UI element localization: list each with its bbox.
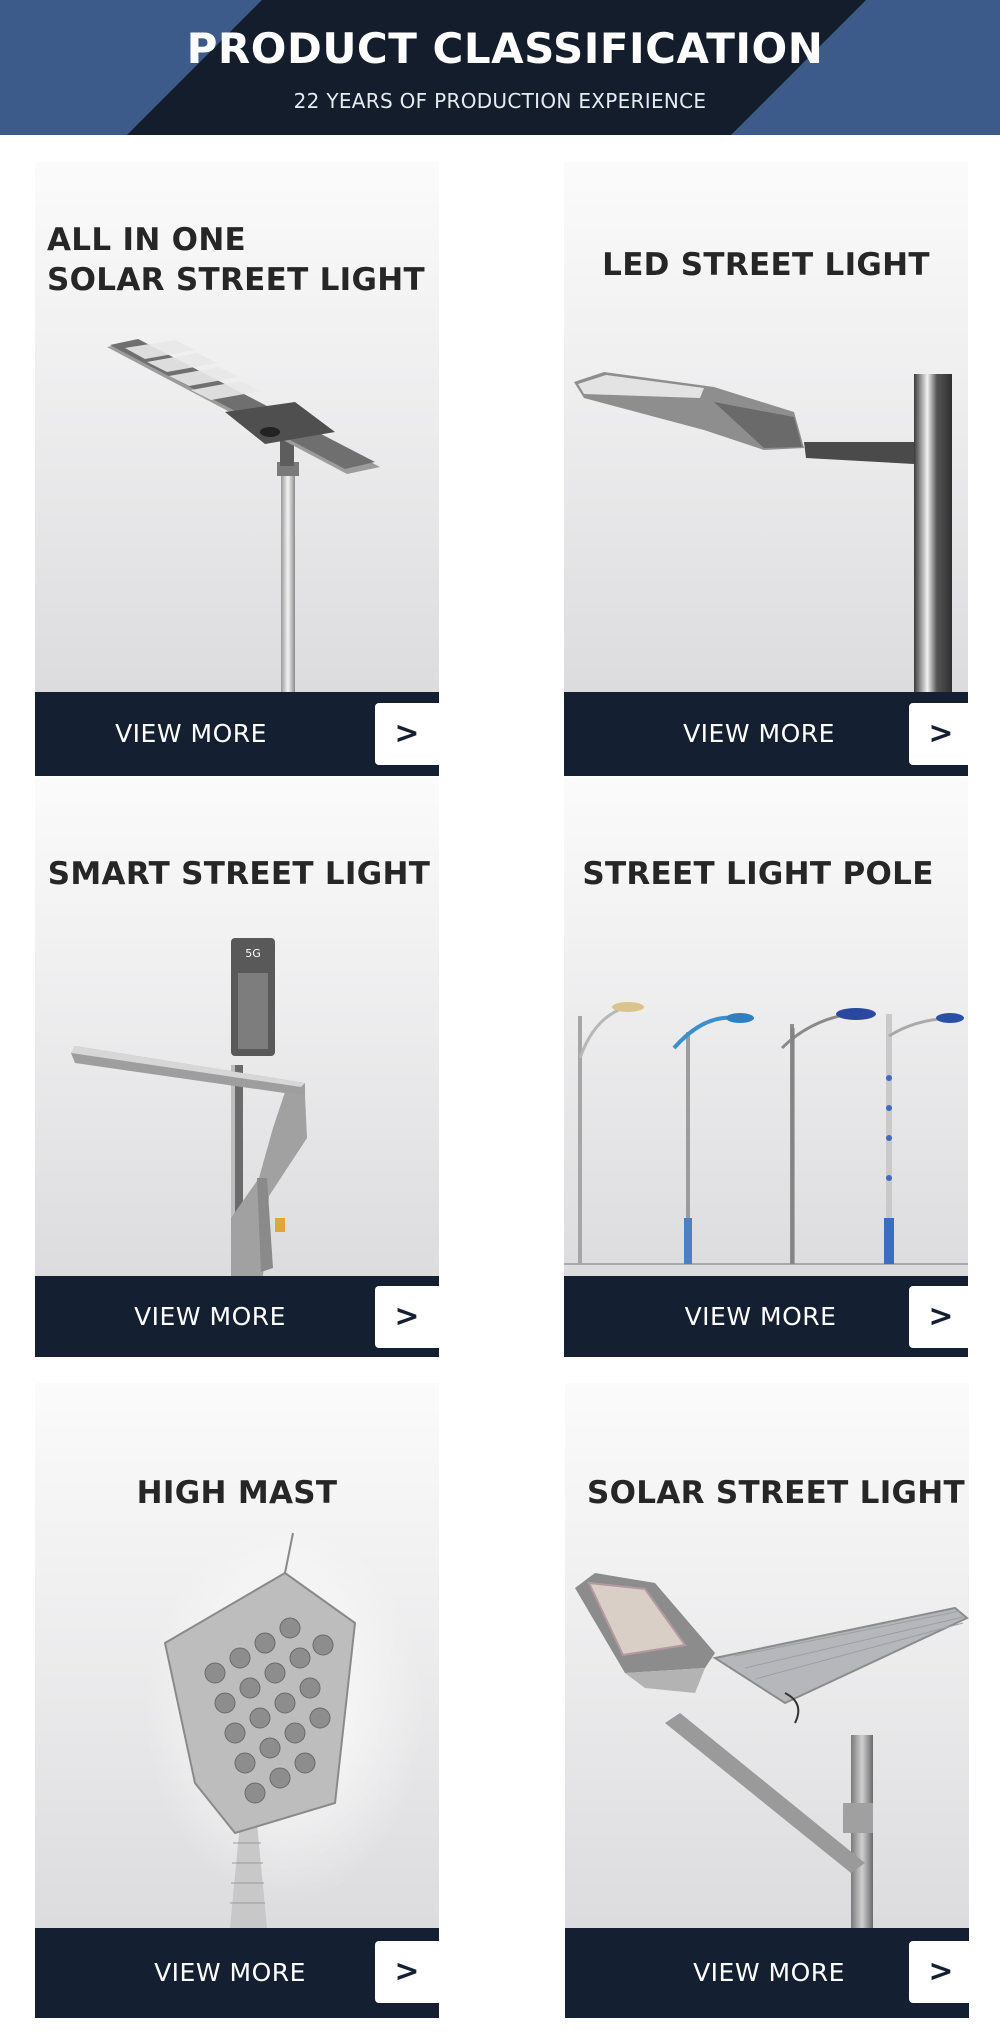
product-title: ALL IN ONE SOLAR STREET LIGHT	[47, 222, 425, 298]
view-more-button[interactable]: VIEW MORE	[564, 1276, 957, 1357]
arrow-right-icon[interactable]: >	[375, 703, 439, 765]
arrow-right-icon[interactable]: >	[909, 703, 973, 765]
view-more-button[interactable]: VIEW MORE	[35, 1276, 385, 1357]
product-title: LED STREET LIGHT	[602, 247, 930, 283]
smart-street-light-icon: 5G	[71, 938, 307, 1276]
product-card-pole[interactable]: STREET LIGHT POLE	[564, 778, 968, 1276]
view-more-bar[interactable]: VIEW MORE >	[565, 1928, 973, 2018]
product-card-high-mast[interactable]: HIGH MAST	[35, 1383, 439, 1928]
product-title: SOLAR STREET LIGHT	[587, 1475, 965, 1511]
view-more-bar[interactable]: VIEW MORE >	[564, 1276, 973, 1357]
svg-text:5G: 5G	[245, 947, 261, 960]
page-subtitle: 22 YEARS OF PRODUCTION EXPERIENCE	[293, 89, 707, 113]
arrow-right-icon[interactable]: >	[375, 1286, 439, 1348]
page-title: PRODUCT CLASSIFICATION	[186, 24, 824, 73]
led-street-light-icon	[574, 372, 952, 692]
view-more-button[interactable]: VIEW MORE	[564, 692, 954, 776]
view-more-bar[interactable]: VIEW MORE >	[35, 1928, 439, 2018]
street-light-pole-icon	[564, 1002, 968, 1265]
product-title: SMART STREET LIGHT	[47, 856, 431, 892]
product-title: HIGH MAST	[136, 1475, 338, 1511]
solar-street-light-icon	[575, 1573, 969, 1928]
header-banner: PRODUCT CLASSIFICATION 22 YEARS OF PRODU…	[0, 0, 1000, 135]
product-card-smart[interactable]: 5G SMART STREET LIGHT	[35, 778, 439, 1276]
product-card-solar[interactable]: SOLAR STREET LIGHT	[565, 1383, 969, 1928]
high-mast-icon	[145, 1523, 425, 1928]
view-more-button[interactable]: VIEW MORE	[35, 1928, 425, 2018]
view-more-bar[interactable]: VIEW MORE >	[564, 692, 973, 776]
view-more-bar[interactable]: VIEW MORE >	[35, 692, 439, 776]
arrow-right-icon[interactable]: >	[909, 1286, 973, 1348]
view-more-button[interactable]: VIEW MORE	[41, 692, 341, 776]
product-card-all-in-one[interactable]: ALL IN ONE SOLAR STREET LIGHT	[35, 162, 439, 692]
product-title: STREET LIGHT POLE	[582, 856, 934, 892]
view-more-bar[interactable]: VIEW MORE >	[35, 1276, 439, 1357]
product-card-led[interactable]: LED STREET LIGHT	[564, 162, 968, 692]
arrow-right-icon[interactable]: >	[909, 1941, 973, 2003]
arrow-right-icon[interactable]: >	[375, 1941, 439, 2003]
